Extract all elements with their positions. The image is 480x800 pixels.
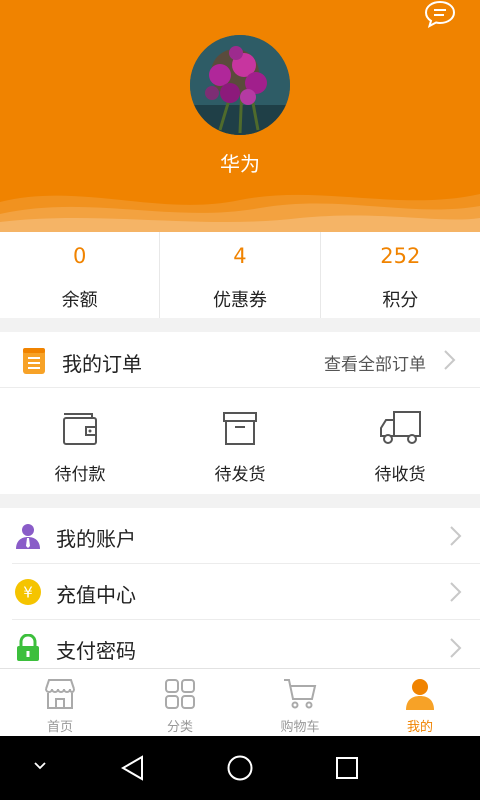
shopping-cart-icon: [284, 679, 317, 709]
category-grid-icon: [165, 679, 195, 709]
stat-label: 优惠券: [212, 290, 267, 311]
home-circle-icon[interactable]: [226, 754, 254, 782]
stat-points[interactable]: 252 积分: [319, 232, 480, 318]
lock-icon: [17, 634, 39, 661]
stat-value: 252: [380, 244, 421, 268]
stat-label: 余额: [61, 290, 98, 311]
tab-category[interactable]: 分类: [120, 669, 240, 736]
home-store-icon: [45, 679, 75, 709]
svg-text:¥: ¥: [23, 584, 33, 602]
menu-item-recharge-center[interactable]: ¥ 充值中心: [0, 564, 480, 620]
chevron-right-icon: [444, 350, 456, 370]
stat-balance[interactable]: 0 余额: [0, 232, 159, 318]
menu-item-my-account[interactable]: 我的账户: [0, 508, 480, 564]
account-stats: 0 余额 4 优惠券 252 积分: [0, 232, 480, 318]
delivery-truck-icon: [380, 411, 421, 444]
username: 华为: [220, 152, 260, 176]
menu-item-label: 我的账户: [56, 527, 136, 551]
order-pending-payment[interactable]: 待付款: [0, 388, 160, 494]
system-nav-bar: [0, 736, 480, 800]
stat-value: 4: [233, 244, 247, 268]
tab-label: 我的: [406, 720, 433, 735]
chevron-down-icon[interactable]: [32, 760, 48, 772]
stat-coupons[interactable]: 4 优惠券: [159, 232, 319, 318]
tab-cart[interactable]: 购物车: [240, 669, 360, 736]
bottom-tab-bar: 首页 分类 购物车 我的: [0, 668, 480, 736]
chevron-right-icon: [450, 526, 462, 546]
tab-home[interactable]: 首页: [0, 669, 120, 736]
back-triangle-icon[interactable]: [120, 754, 146, 782]
order-list-icon: [23, 348, 45, 374]
header-wave-decoration: [0, 194, 480, 232]
tab-mine[interactable]: 我的: [360, 669, 480, 736]
tab-label: 购物车: [280, 720, 320, 735]
profile-person-icon: [406, 679, 434, 710]
yuan-coin-icon: ¥: [15, 579, 41, 605]
account-menu: 我的账户 ¥ 充值中心 支付密码: [0, 508, 480, 668]
order-status-label: 待发货: [214, 465, 266, 485]
wallet-icon: [63, 413, 97, 445]
profile-header: 华为: [0, 0, 480, 232]
orders-title: 我的订单: [62, 352, 142, 376]
order-pending-receipt[interactable]: 待收货: [320, 388, 480, 494]
tab-label: 首页: [46, 720, 73, 735]
message-icon[interactable]: [424, 0, 456, 28]
stat-label: 积分: [382, 290, 419, 311]
avatar-flower-image: [190, 35, 290, 135]
user-account-icon: [16, 524, 40, 549]
stat-value: 0: [72, 244, 87, 268]
order-status-label: 待收货: [374, 465, 426, 485]
order-status-label: 待付款: [54, 465, 106, 485]
menu-item-label: 支付密码: [56, 639, 136, 663]
order-pending-shipment[interactable]: 待发货: [160, 388, 320, 494]
chevron-right-icon: [450, 638, 462, 658]
menu-item-label: 充值中心: [56, 583, 136, 607]
order-status-list: 待付款 待发货 待收货: [0, 388, 480, 494]
avatar[interactable]: [190, 35, 290, 135]
menu-item-payment-password[interactable]: 支付密码: [0, 620, 480, 668]
chevron-right-icon: [450, 582, 462, 602]
tab-label: 分类: [166, 720, 193, 735]
orders-section: 我的订单 查看全部订单 待付款 待发货 待收货: [0, 332, 480, 494]
orders-header[interactable]: 我的订单 查看全部订单: [0, 332, 480, 388]
recent-apps-square-icon[interactable]: [334, 755, 360, 781]
package-box-icon: [223, 412, 257, 445]
view-all-orders-link[interactable]: 查看全部订单: [324, 350, 426, 375]
